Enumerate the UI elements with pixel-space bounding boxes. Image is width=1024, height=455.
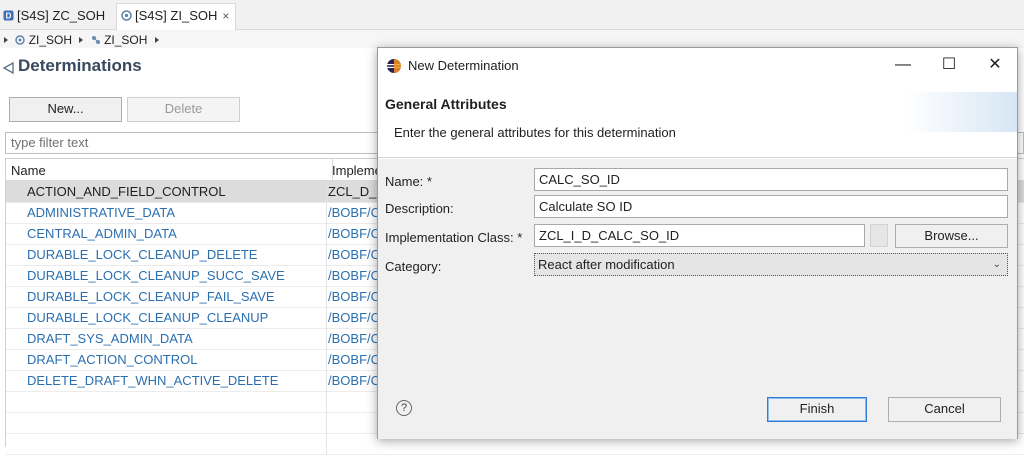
breadcrumb-item-1[interactable]: ZI_SOH: [29, 33, 72, 47]
description-label: Description:: [385, 201, 454, 216]
chevron-right-icon: [4, 36, 8, 43]
new-button[interactable]: New...: [9, 97, 122, 122]
dialog-title: New Determination: [408, 58, 519, 73]
delete-button[interactable]: Delete: [127, 97, 240, 122]
dialog-banner: [378, 82, 1017, 158]
section-title: Determinations: [18, 56, 142, 75]
category-value: React after modification: [538, 257, 675, 272]
breadcrumb: ZI_SOH ZI_SOH: [0, 30, 1024, 48]
new-determination-dialog: New Determination — ☐ ✕ General Attribut…: [377, 47, 1018, 439]
banner-decoration: [907, 92, 1017, 132]
close-icon[interactable]: ✕: [972, 51, 1018, 79]
behavior-icon: [121, 10, 132, 21]
implementation-class-label: Implementation Class: *: [385, 230, 523, 245]
breadcrumb-item-2[interactable]: ZI_SOH: [104, 33, 147, 47]
node-icon: [91, 35, 100, 44]
cds-view-icon: D: [3, 10, 14, 21]
chevron-right-icon[interactable]: [154, 36, 159, 43]
chevron-down-icon: ⌄: [992, 259, 1001, 270]
collapse-section-icon[interactable]: [2, 62, 14, 74]
category-label: Category:: [385, 259, 442, 274]
chevron-right-icon: [79, 36, 84, 43]
svg-text:D: D: [6, 12, 12, 21]
tab-zc-soh[interactable]: D [S4S] ZC_SOH: [3, 4, 105, 28]
dialog-subtitle: Enter the general attributes for this de…: [394, 125, 676, 140]
help-icon[interactable]: ?: [396, 400, 412, 416]
dialog-titlebar[interactable]: New Determination — ☐ ✕: [378, 48, 1017, 82]
name-label: Name: *: [385, 174, 432, 189]
dialog-heading: General Attributes: [385, 96, 507, 112]
eclipse-icon: [387, 59, 401, 73]
maximize-icon[interactable]: ☐: [926, 51, 972, 79]
description-field[interactable]: Calculate SO ID: [534, 195, 1008, 218]
cancel-button[interactable]: Cancel: [888, 397, 1001, 422]
behavior-icon: [15, 35, 26, 45]
finish-button[interactable]: Finish: [767, 397, 867, 422]
column-header-name[interactable]: Name: [6, 159, 333, 181]
name-field[interactable]: CALC_SO_ID: [534, 168, 1008, 191]
navigate-class-icon[interactable]: [870, 224, 888, 247]
implementation-class-field[interactable]: ZCL_I_D_CALC_SO_ID: [534, 224, 865, 247]
close-tab-icon[interactable]: ×: [222, 9, 229, 23]
tab-zi-soh[interactable]: [S4S] ZI_SOH ×: [116, 3, 237, 30]
minimize-icon[interactable]: —: [880, 51, 926, 79]
category-select[interactable]: React after modification ⌄: [534, 253, 1008, 276]
browse-button[interactable]: Browse...: [895, 224, 1008, 248]
editor-tab-bar: D [S4S] ZC_SOH [S4S] ZI_SOH ×: [0, 0, 1024, 30]
